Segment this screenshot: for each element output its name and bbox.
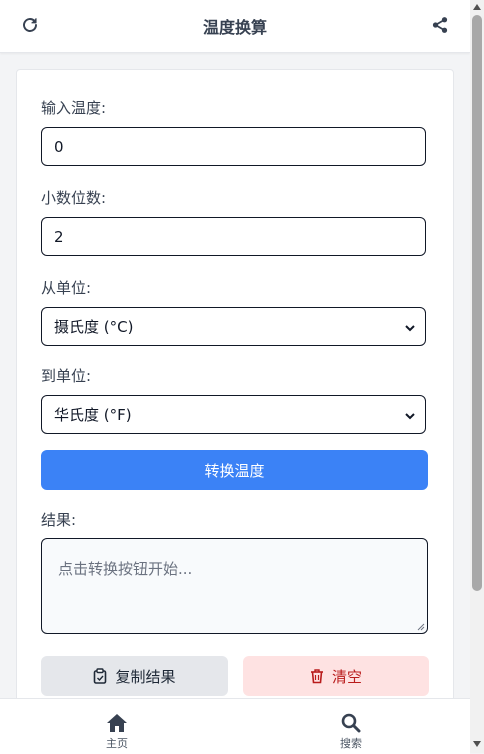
scroll-up-icon[interactable] bbox=[473, 4, 481, 10]
result-placeholder: 点击转换按钮开始... bbox=[58, 560, 193, 578]
app-header: 温度换算 bbox=[0, 0, 470, 53]
nav-home-label: 主页 bbox=[106, 737, 128, 750]
bottom-navigation: 主页 搜索 bbox=[0, 698, 470, 754]
page-title: 温度换算 bbox=[202, 18, 267, 37]
nav-search-label: 搜索 bbox=[340, 737, 362, 750]
result-label: 结果: bbox=[41, 511, 77, 529]
converter-card: 输入温度: 0 小数位数: 2 从单位: 摄氏度 (°C) 到单位: 华氏度 (… bbox=[16, 69, 454, 711]
nav-search[interactable]: 搜索 bbox=[311, 699, 391, 754]
copy-result-label: 复制结果 bbox=[115, 667, 176, 686]
to-unit-value: 华氏度 (°F) bbox=[54, 406, 132, 424]
nav-home[interactable]: 主页 bbox=[77, 699, 157, 754]
chevron-down-icon bbox=[405, 325, 415, 332]
decimal-places-value: 2 bbox=[54, 227, 64, 246]
from-unit-label: 从单位: bbox=[41, 279, 92, 297]
clear-label: 清空 bbox=[331, 667, 362, 686]
chevron-down-icon bbox=[405, 413, 415, 420]
trash-icon bbox=[310, 669, 323, 684]
clear-button[interactable]: 清空 bbox=[243, 656, 429, 696]
home-icon bbox=[107, 714, 127, 732]
scroll-down-icon[interactable] bbox=[473, 741, 481, 747]
result-textarea[interactable]: 点击转换按钮开始... bbox=[41, 538, 428, 634]
resize-handle-icon[interactable] bbox=[417, 623, 425, 631]
to-unit-select[interactable]: 华氏度 (°F) bbox=[41, 395, 426, 434]
input-temperature-label: 输入温度: bbox=[41, 99, 107, 117]
search-icon bbox=[341, 713, 361, 733]
decimal-places-label: 小数位数: bbox=[41, 189, 107, 207]
from-unit-value: 摄氏度 (°C) bbox=[54, 318, 134, 336]
scrollbar-thumb[interactable] bbox=[472, 15, 482, 591]
from-unit-select[interactable]: 摄氏度 (°C) bbox=[41, 307, 426, 346]
temperature-input-value: 0 bbox=[54, 137, 64, 156]
convert-button[interactable]: 转换温度 bbox=[41, 450, 428, 490]
refresh-icon[interactable] bbox=[21, 16, 39, 34]
clipboard-icon bbox=[94, 668, 107, 684]
copy-result-button[interactable]: 复制结果 bbox=[41, 656, 228, 696]
to-unit-label: 到单位: bbox=[41, 367, 92, 385]
share-icon[interactable] bbox=[431, 16, 449, 34]
temperature-input[interactable]: 0 bbox=[41, 127, 426, 166]
decimal-places-input[interactable]: 2 bbox=[41, 217, 426, 256]
